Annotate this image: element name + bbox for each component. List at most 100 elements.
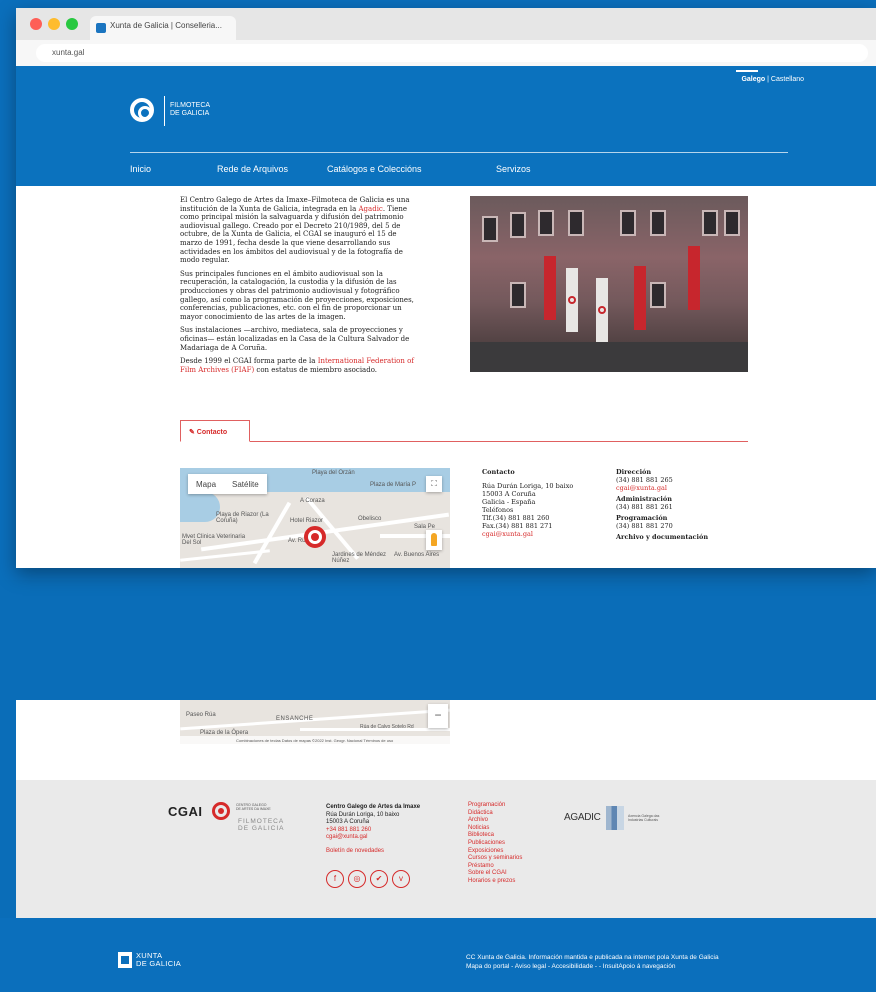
cgai-logo-text: CGAI (168, 804, 203, 819)
lang-castellano-link[interactable]: Castellano (771, 76, 804, 83)
map-label: Hotel Riazor (290, 518, 324, 524)
building-photo (470, 196, 748, 372)
filmoteca-logo[interactable]: FILMOTECA DE GALICIA (118, 96, 338, 126)
xunta-logo-text: XUNTA DE GALICIA (136, 952, 181, 968)
favicon-icon (96, 23, 106, 33)
vimeo-icon[interactable]: v (392, 870, 410, 888)
satellite-view-button[interactable]: Satélite (224, 474, 267, 494)
address-bar-row: xunta.gal (16, 40, 876, 66)
footer-links: Programación Didáctica Archivo Noticias … (468, 802, 522, 886)
street-view-pegman-icon[interactable] (426, 530, 442, 550)
address-bar[interactable]: xunta.gal (36, 44, 868, 62)
close-window-button[interactable] (30, 18, 42, 30)
footer-link-sobre[interactable]: Sobre el CGAI (468, 870, 522, 878)
footer-address-1: Rúa Durán Loriga, 10 baixo (326, 811, 400, 818)
maximize-window-button[interactable] (66, 18, 78, 30)
location-map[interactable]: Mapa Satélite ⛶ Playa del Orzán Plaza de … (180, 468, 450, 568)
contact-details: Contacto Rúa Durán Loriga, 10 baixo 1500… (482, 468, 602, 538)
site-footer: CGAI CENTRO GALEGO DE ARTES DA IMAXE FIL… (16, 780, 876, 918)
footer-link-didactica[interactable]: Didáctica (468, 810, 522, 818)
lang-indicator (736, 70, 758, 72)
footer-link-prestamo[interactable]: Préstamo (468, 863, 522, 871)
nav-item-servizos[interactable]: Servizos (496, 164, 531, 174)
agadic-logo[interactable]: AGADIC Axencia Galega das Industrias Cul… (564, 806, 674, 830)
agadic-logo-subtitle: Axencia Galega das Industrias Culturais (628, 814, 659, 822)
cgai-subtitle-line2: DE ARTES DA IMAXE (236, 807, 271, 811)
map-label: Playa del Orzán (312, 470, 355, 476)
contact-tabs: ✎ Contacto (180, 420, 748, 442)
logo-divider (164, 96, 165, 126)
legal-text: CC Xunta de Galicia. Información mantida… (466, 954, 719, 971)
browser-tab[interactable]: Xunta de Galicia | Conselleria... (90, 16, 236, 40)
agadic-link[interactable]: Agadic (359, 205, 383, 213)
footer-link-horarios[interactable]: Horarios e prezos (468, 878, 522, 886)
filmoteca-logo-icon (130, 98, 154, 122)
browser-window: Xunta de Galicia | Conselleria... xunta.… (16, 8, 876, 568)
cgai-film-line2: DE GALICIA (238, 825, 285, 832)
intro-paragraph-4: Desde 1999 el CGAI forma parte de la Int… (180, 357, 418, 374)
map-label: Playa de Riazor (La Coruña) (216, 512, 269, 524)
footer-link-noticias[interactable]: Noticias (468, 825, 522, 833)
nav-item-catalogos[interactable]: Catálogos e Coleccións (327, 164, 422, 174)
photo-banner (688, 246, 700, 310)
cgai-logo-icon (212, 802, 230, 820)
language-switcher: Galego | Castellano (741, 76, 804, 83)
footer-link-biblioteca[interactable]: Biblioteca (468, 832, 522, 840)
photo-street (470, 342, 748, 372)
photo-banner (566, 268, 578, 332)
intro-p4-start: Desde 1999 el CGAI forma parte de la (180, 357, 318, 366)
admin-tel: (34) 881 881 261 (616, 503, 673, 511)
zoom-out-button[interactable]: − (428, 704, 448, 728)
nav-item-inicio[interactable]: Inicio (130, 164, 151, 174)
url-text: xunta.gal (52, 48, 85, 57)
footer-link-archivo[interactable]: Archivo (468, 817, 522, 825)
nav-item-rede-arquivos[interactable]: Rede de Arquivos (217, 164, 288, 174)
logo-text: FILMOTECA DE GALICIA (170, 102, 210, 118)
footer-phone-link[interactable]: +34 881 881 260 (326, 827, 420, 835)
facebook-icon[interactable]: f (326, 870, 344, 888)
admin-heading: Administración (616, 495, 672, 503)
instagram-icon[interactable]: ◎ (348, 870, 366, 888)
site-header: Galego | Castellano FILMOTECA DE GALICIA… (16, 66, 876, 186)
minimize-window-button[interactable] (48, 18, 60, 30)
lang-galego-link[interactable]: Galego (741, 76, 765, 83)
photo-window (482, 216, 498, 242)
newsletter-link[interactable]: Boletín de novedades (326, 848, 420, 856)
tab-contacto[interactable]: ✎ Contacto (180, 420, 250, 442)
intro-paragraph-1: El Centro Galego de Artes da Imaxe–Filmo… (180, 196, 418, 265)
department-contacts: Dirección (34) 881 881 265 cgai@xunta.ga… (616, 468, 746, 541)
cgai-film-line1: FILMOTECA (238, 818, 285, 825)
social-links: f ◎ ✔ v (326, 868, 414, 888)
footer-centre-name: Centro Galego de Artes da Imaxe (326, 804, 421, 810)
legal-line-2[interactable]: Mapa do portal - Aviso legal - Accesibil… (466, 963, 719, 972)
cgai-logo-subtitle: CENTRO GALEGO DE ARTES DA IMAXE (236, 803, 271, 811)
map-type-toggle: Mapa Satélite (188, 474, 267, 494)
footer-link-cursos[interactable]: Cursos y seminarios (468, 855, 522, 863)
map-water (180, 492, 220, 522)
title-bar: Xunta de Galicia | Conselleria... (16, 8, 876, 40)
archivo-heading: Archivo y documentación (616, 533, 709, 541)
photo-window (510, 212, 526, 238)
direccion-email-link[interactable]: cgai@xunta.gal (616, 484, 746, 492)
contact-address-1: Rúa Durán Loriga, 10 baixo (482, 482, 574, 490)
location-pin-icon[interactable] (304, 526, 326, 548)
footer-link-exposiciones[interactable]: Exposiciones (468, 848, 522, 856)
footer-link-publicaciones[interactable]: Publicaciones (468, 840, 522, 848)
direccion-tel: (34) 881 881 265 (616, 476, 673, 484)
contact-email-link[interactable]: cgai@xunta.gal (482, 530, 602, 538)
cgai-logo[interactable]: CGAI CENTRO GALEGO DE ARTES DA IMAXE FIL… (168, 802, 304, 842)
contact-address-2: 15003 A Coruña (482, 490, 536, 498)
footer-link-programacion[interactable]: Programación (468, 802, 522, 810)
map-view-button[interactable]: Mapa (188, 474, 224, 494)
intro-p4-end: con estatus de miembro asociado. (254, 365, 378, 374)
map-label: Av. Buenos Aires (394, 552, 440, 558)
fullscreen-icon[interactable]: ⛶ (426, 476, 442, 492)
intro-paragraph-2: Sus principales funciones en el ámbito a… (180, 269, 414, 321)
location-map-lower[interactable]: Paseo Rúa ENSANCHE Plaza de la Ópera Rúa… (180, 700, 450, 744)
map-label: Jardines de Méndez Núñez (332, 552, 387, 564)
twitter-icon[interactable]: ✔ (370, 870, 388, 888)
intro-paragraph-3: Sus instalaciones —archivo, mediateca, s… (180, 326, 410, 352)
contact-fax: Fax.(34) 881 881 271 (482, 522, 553, 530)
footer-email-link[interactable]: cgai@xunta.gal (326, 834, 420, 842)
programacion-heading: Programación (616, 514, 668, 522)
